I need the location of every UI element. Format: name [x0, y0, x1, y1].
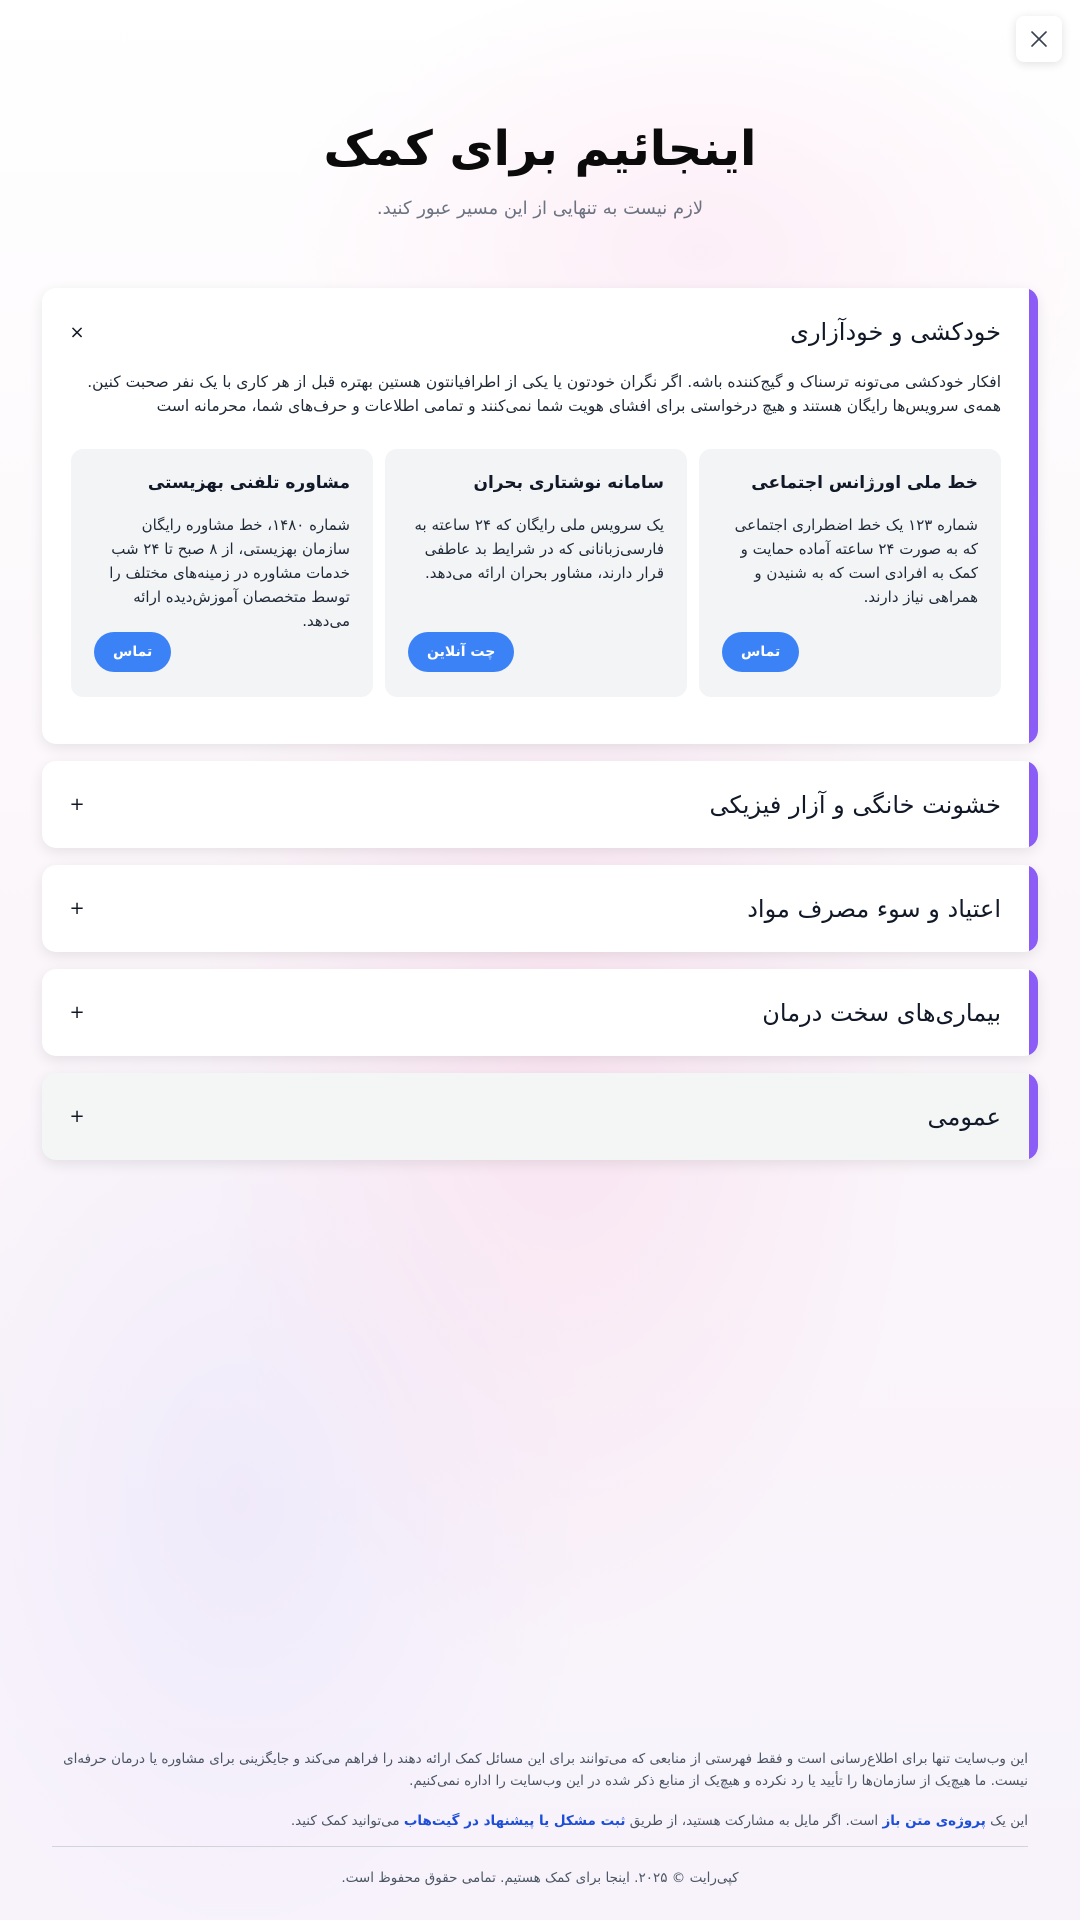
expand-icon[interactable]: + — [69, 1106, 85, 1127]
resource-title: سامانه نوشتاری بحران — [473, 473, 664, 493]
section-accent-bar — [1029, 288, 1038, 744]
section-accent-bar — [1029, 865, 1038, 952]
section-domestic-violence[interactable]: خشونت خانگی و آزار فیزیکی + — [42, 761, 1038, 848]
close-button[interactable] — [1016, 16, 1062, 62]
footer-open-source-note: این یک پروژه‌ی متن باز است. اگر مایل به … — [52, 1810, 1028, 1832]
help-sections: خودکشی و خودآزاری × افکار خودکشی می‌تونه… — [42, 288, 1038, 1177]
section-addiction[interactable]: اعتیاد و سوء مصرف مواد + — [42, 865, 1038, 952]
online-chat-button[interactable]: چت آنلاین — [408, 632, 515, 672]
footer-divider — [52, 1846, 1028, 1847]
call-button[interactable]: تماس — [722, 632, 800, 672]
expand-icon[interactable]: + — [69, 1002, 85, 1023]
section-accent-bar — [1029, 761, 1038, 848]
resource-cards: خط ملی اورژانس اجتماعی شماره ۱۲۳ یک خط ا… — [42, 418, 1038, 744]
resource-description: شماره ۱۲۳ یک خط اضطراری اجتماعی که به صو… — [734, 516, 978, 606]
resource-card: خط ملی اورژانس اجتماعی شماره ۱۲۳ یک خط ا… — [699, 449, 1001, 697]
footer-text: این یک — [990, 1813, 1028, 1829]
section-chronic-illness[interactable]: بیماری‌های سخت درمان + — [42, 969, 1038, 1056]
section-header[interactable]: خودکشی و خودآزاری × — [42, 288, 1038, 376]
github-issue-link[interactable]: ثبت مشکل یا پیشنهاد در گیت‌هاب — [404, 1813, 626, 1829]
section-accent-bar — [1029, 969, 1038, 1056]
footer-text: است. اگر مایل به مشارکت هستید، از طریق — [629, 1813, 879, 1829]
section-header[interactable]: بیماری‌های سخت درمان + — [42, 969, 1038, 1056]
resource-description: شماره ۱۴۸۰، خط مشاوره رایگان سازمان بهزی… — [109, 516, 350, 630]
section-description: افکار خودکشی می‌تونه ترسناک و گیج‌کننده … — [87, 373, 1001, 415]
section-header[interactable]: اعتیاد و سوء مصرف مواد + — [42, 865, 1038, 952]
section-general[interactable]: عمومی + — [42, 1073, 1038, 1160]
section-title: بیماری‌های سخت درمان — [762, 998, 1001, 1027]
resource-card: سامانه نوشتاری بحران یک سرویس ملی رایگان… — [385, 449, 687, 697]
footer-text: می‌توانید کمک کنید. — [290, 1813, 400, 1829]
section-header[interactable]: عمومی + — [42, 1073, 1038, 1160]
copyright: کپی‌رایت © ۲۰۲۵. اینجا برای کمک هستیم. ت… — [341, 1870, 739, 1886]
resource-card: مشاوره تلفنی بهزیستی شماره ۱۴۸۰، خط مشاو… — [71, 449, 373, 697]
open-source-link[interactable]: پروژه‌ی متن باز — [882, 1813, 985, 1829]
section-header[interactable]: خشونت خانگی و آزار فیزیکی + — [42, 761, 1038, 848]
section-accent-bar — [1029, 1073, 1038, 1160]
resource-description: یک سرویس ملی رایگان که ۲۴ ساعته به فارسی… — [414, 516, 664, 582]
expand-icon[interactable]: + — [69, 898, 85, 919]
resource-title: خط ملی اورژانس اجتماعی — [751, 473, 978, 493]
close-x-icon — [1031, 31, 1047, 47]
page-subtitle: لازم نیست به تنهایی از این مسیر عبور کنی… — [376, 198, 704, 219]
footer: این وب‌سایت تنها برای اطلاع‌رسانی است و … — [52, 1748, 1028, 1832]
section-title: خشونت خانگی و آزار فیزیکی — [709, 790, 1002, 819]
expand-icon[interactable]: + — [69, 794, 85, 815]
resource-title: مشاوره تلفنی بهزیستی — [147, 473, 350, 493]
footer-disclaimer: این وب‌سایت تنها برای اطلاع‌رسانی است و … — [63, 1751, 1028, 1789]
page-title: اینجائیم برای کمک — [323, 121, 757, 177]
section-title: خودکشی و خودآزاری — [790, 318, 1001, 346]
collapse-icon[interactable]: × — [69, 322, 85, 343]
section-title: عمومی — [927, 1102, 1001, 1131]
section-title: اعتیاد و سوء مصرف مواد — [747, 894, 1001, 923]
section-suicide-self-harm: خودکشی و خودآزاری × افکار خودکشی می‌تونه… — [42, 288, 1038, 744]
call-button[interactable]: تماس — [94, 632, 172, 672]
